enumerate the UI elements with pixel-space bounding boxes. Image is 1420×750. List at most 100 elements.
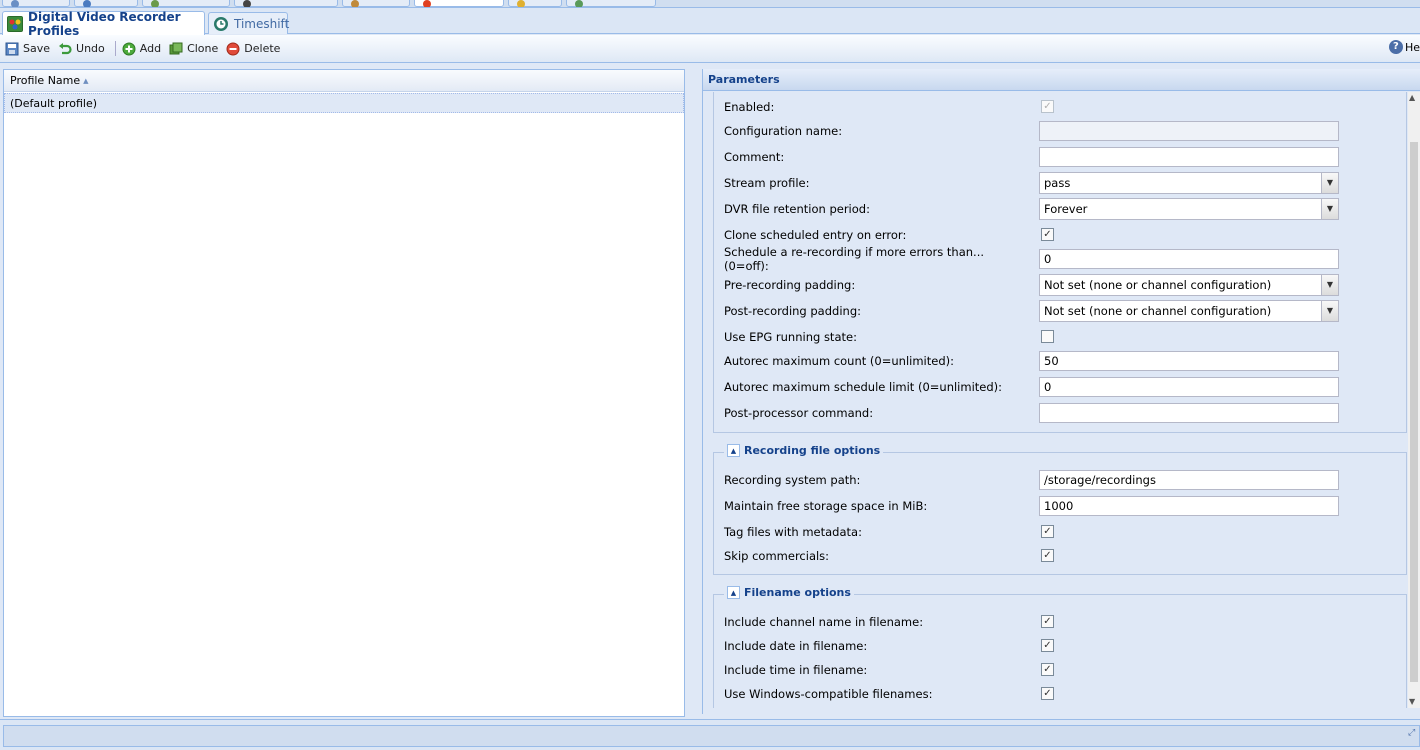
sub-tab-strip: Digital Video Recorder Profiles Timeshif…	[0, 8, 1420, 38]
post-padding-label: Post-recording padding:	[724, 304, 861, 318]
parameters-scrollbar[interactable]: ▲ ▼	[1408, 92, 1420, 708]
undo-icon	[58, 42, 72, 56]
add-icon	[122, 42, 136, 56]
scrollbar-thumb[interactable]	[1410, 142, 1418, 682]
tab-timeshift-label: Timeshift	[234, 16, 290, 31]
windows-filenames-row: Use Windows-compatible filenames: ✓	[724, 683, 1330, 705]
comment-input[interactable]	[1039, 147, 1339, 167]
rerecord-row: Schedule a re-recording if more errors t…	[724, 245, 1339, 273]
tab-timeshift[interactable]: Timeshift	[208, 12, 290, 34]
post-processor-row: Post-processor command:	[724, 402, 1339, 424]
comment-row: Comment:	[724, 146, 1339, 168]
date-label: Include date in filename:	[724, 639, 868, 653]
free-space-input[interactable]: 1000	[1039, 496, 1339, 516]
pre-padding-value: Not set (none or channel configuration)	[1044, 278, 1272, 292]
enabled-checkbox[interactable]: ✓	[1041, 100, 1054, 113]
main-tab-1[interactable]	[2, 0, 70, 7]
windows-filenames-checkbox[interactable]: ✓	[1041, 687, 1054, 700]
pre-padding-row: Pre-recording padding: Not set (none or …	[724, 274, 1339, 296]
autorec-limit-input[interactable]: 0	[1039, 377, 1339, 397]
tag-metadata-checkbox[interactable]: ✓	[1041, 525, 1054, 538]
retention-value: Forever	[1044, 202, 1088, 216]
clone-error-checkbox[interactable]: ✓	[1041, 228, 1054, 241]
add-button[interactable]: Add	[120, 38, 165, 60]
autorec-limit-row: Autorec maximum schedule limit (0=unlimi…	[724, 376, 1339, 398]
pre-padding-select[interactable]: Not set (none or channel configuration) …	[1039, 274, 1339, 296]
post-padding-row: Post-recording padding: Not set (none or…	[724, 300, 1339, 322]
channel-name-label: Include channel name in filename:	[724, 615, 924, 629]
pre-padding-label: Pre-recording padding:	[724, 278, 856, 292]
comment-label: Comment:	[724, 150, 785, 164]
chevron-down-icon[interactable]: ▼	[1321, 199, 1338, 219]
help-label: He	[1404, 40, 1420, 54]
config-name-row: Configuration name:	[724, 120, 1339, 142]
main-tab-2[interactable]	[74, 0, 138, 7]
enabled-row: Enabled: ✓	[724, 96, 1330, 118]
scroll-down-icon[interactable]: ▼	[1409, 697, 1415, 706]
post-padding-select[interactable]: Not set (none or channel configuration) …	[1039, 300, 1339, 322]
save-icon	[5, 42, 19, 56]
rerecord-input[interactable]: 0	[1039, 249, 1339, 269]
recording-file-fieldset: ▲ Recording file options Recording syste…	[713, 444, 1407, 575]
channel-name-checkbox[interactable]: ✓	[1041, 615, 1054, 628]
skip-commercials-row: Skip commercials: ✓	[724, 545, 1330, 567]
help-button[interactable]: ? He	[1388, 40, 1420, 54]
clone-icon	[169, 42, 183, 56]
toolbar-separator	[114, 41, 116, 56]
windows-filenames-label: Use Windows-compatible filenames:	[724, 687, 933, 701]
recording-file-legend[interactable]: ▲ Recording file options	[724, 444, 884, 457]
config-name-input[interactable]	[1039, 121, 1339, 141]
save-button[interactable]: Save	[3, 38, 54, 60]
collapse-icon[interactable]: ▲	[727, 586, 740, 599]
main-tab-8[interactable]	[566, 0, 656, 7]
collapse-icon[interactable]: ▲	[727, 444, 740, 457]
tab-dvr-profiles-label: Digital Video Recorder Profiles	[28, 9, 181, 38]
delete-label: Delete	[244, 42, 281, 55]
tab-dvr-profiles[interactable]: Digital Video Recorder Profiles	[2, 9, 205, 38]
stream-profile-row: Stream profile: pass ▼	[724, 172, 1339, 194]
epg-running-row: Use EPG running state:	[724, 326, 1330, 348]
time-row: Include time in filename: ✓	[724, 659, 1330, 681]
expand-icon[interactable]: ⤢	[1408, 728, 1418, 742]
time-checkbox[interactable]: ✓	[1041, 663, 1054, 676]
retention-row: DVR file retention period: Forever ▼	[724, 198, 1339, 220]
delete-button[interactable]: Delete	[224, 38, 284, 60]
clone-button[interactable]: Clone	[167, 38, 222, 60]
help-icon: ?	[1388, 40, 1403, 54]
undo-label: Undo	[76, 42, 105, 55]
recording-file-legend-label: Recording file options	[744, 444, 881, 457]
scroll-up-icon[interactable]: ▲	[1409, 93, 1415, 102]
filename-legend-label: Filename options	[744, 586, 851, 599]
autorec-count-row: Autorec maximum count (0=unlimited): 50	[724, 350, 1339, 372]
main-tab-5[interactable]	[342, 0, 410, 7]
skip-commercials-checkbox[interactable]: ✓	[1041, 549, 1054, 562]
autorec-count-input[interactable]: 50	[1039, 351, 1339, 371]
general-fieldset: Enabled: ✓ Configuration name: Comment: …	[713, 92, 1407, 433]
date-checkbox[interactable]: ✓	[1041, 639, 1054, 652]
add-label: Add	[139, 42, 162, 55]
tag-metadata-label: Tag files with metadata:	[724, 525, 862, 539]
retention-select[interactable]: Forever ▼	[1039, 198, 1339, 220]
date-row: Include date in filename: ✓	[724, 635, 1330, 657]
undo-button[interactable]: Undo	[56, 38, 109, 60]
profile-name-column-header[interactable]: Profile Name ▲	[4, 70, 684, 92]
toolbar: Save Undo Add Clone Delete ? He	[0, 35, 1420, 63]
main-tab-6[interactable]	[414, 0, 504, 7]
retention-label: DVR file retention period:	[724, 202, 870, 216]
chevron-down-icon[interactable]: ▼	[1321, 275, 1338, 295]
recording-path-input[interactable]: /storage/recordings	[1039, 470, 1339, 490]
post-processor-input[interactable]	[1039, 403, 1339, 423]
chevron-down-icon[interactable]: ▼	[1321, 301, 1338, 321]
chevron-down-icon[interactable]: ▼	[1321, 173, 1338, 193]
parameters-title: Parameters	[703, 69, 1420, 91]
clone-error-label: Clone scheduled entry on error:	[724, 228, 907, 242]
epg-running-checkbox[interactable]	[1041, 330, 1054, 343]
filename-legend[interactable]: ▲ Filename options	[724, 586, 854, 599]
main-tab-7[interactable]	[508, 0, 562, 7]
main-tab-3[interactable]	[142, 0, 230, 7]
profile-grid: Profile Name ▲ (Default profile)	[3, 69, 685, 717]
table-row[interactable]: (Default profile)	[4, 93, 684, 113]
skip-commercials-label: Skip commercials:	[724, 549, 830, 563]
main-tab-4[interactable]	[234, 0, 338, 7]
stream-profile-select[interactable]: pass ▼	[1039, 172, 1339, 194]
